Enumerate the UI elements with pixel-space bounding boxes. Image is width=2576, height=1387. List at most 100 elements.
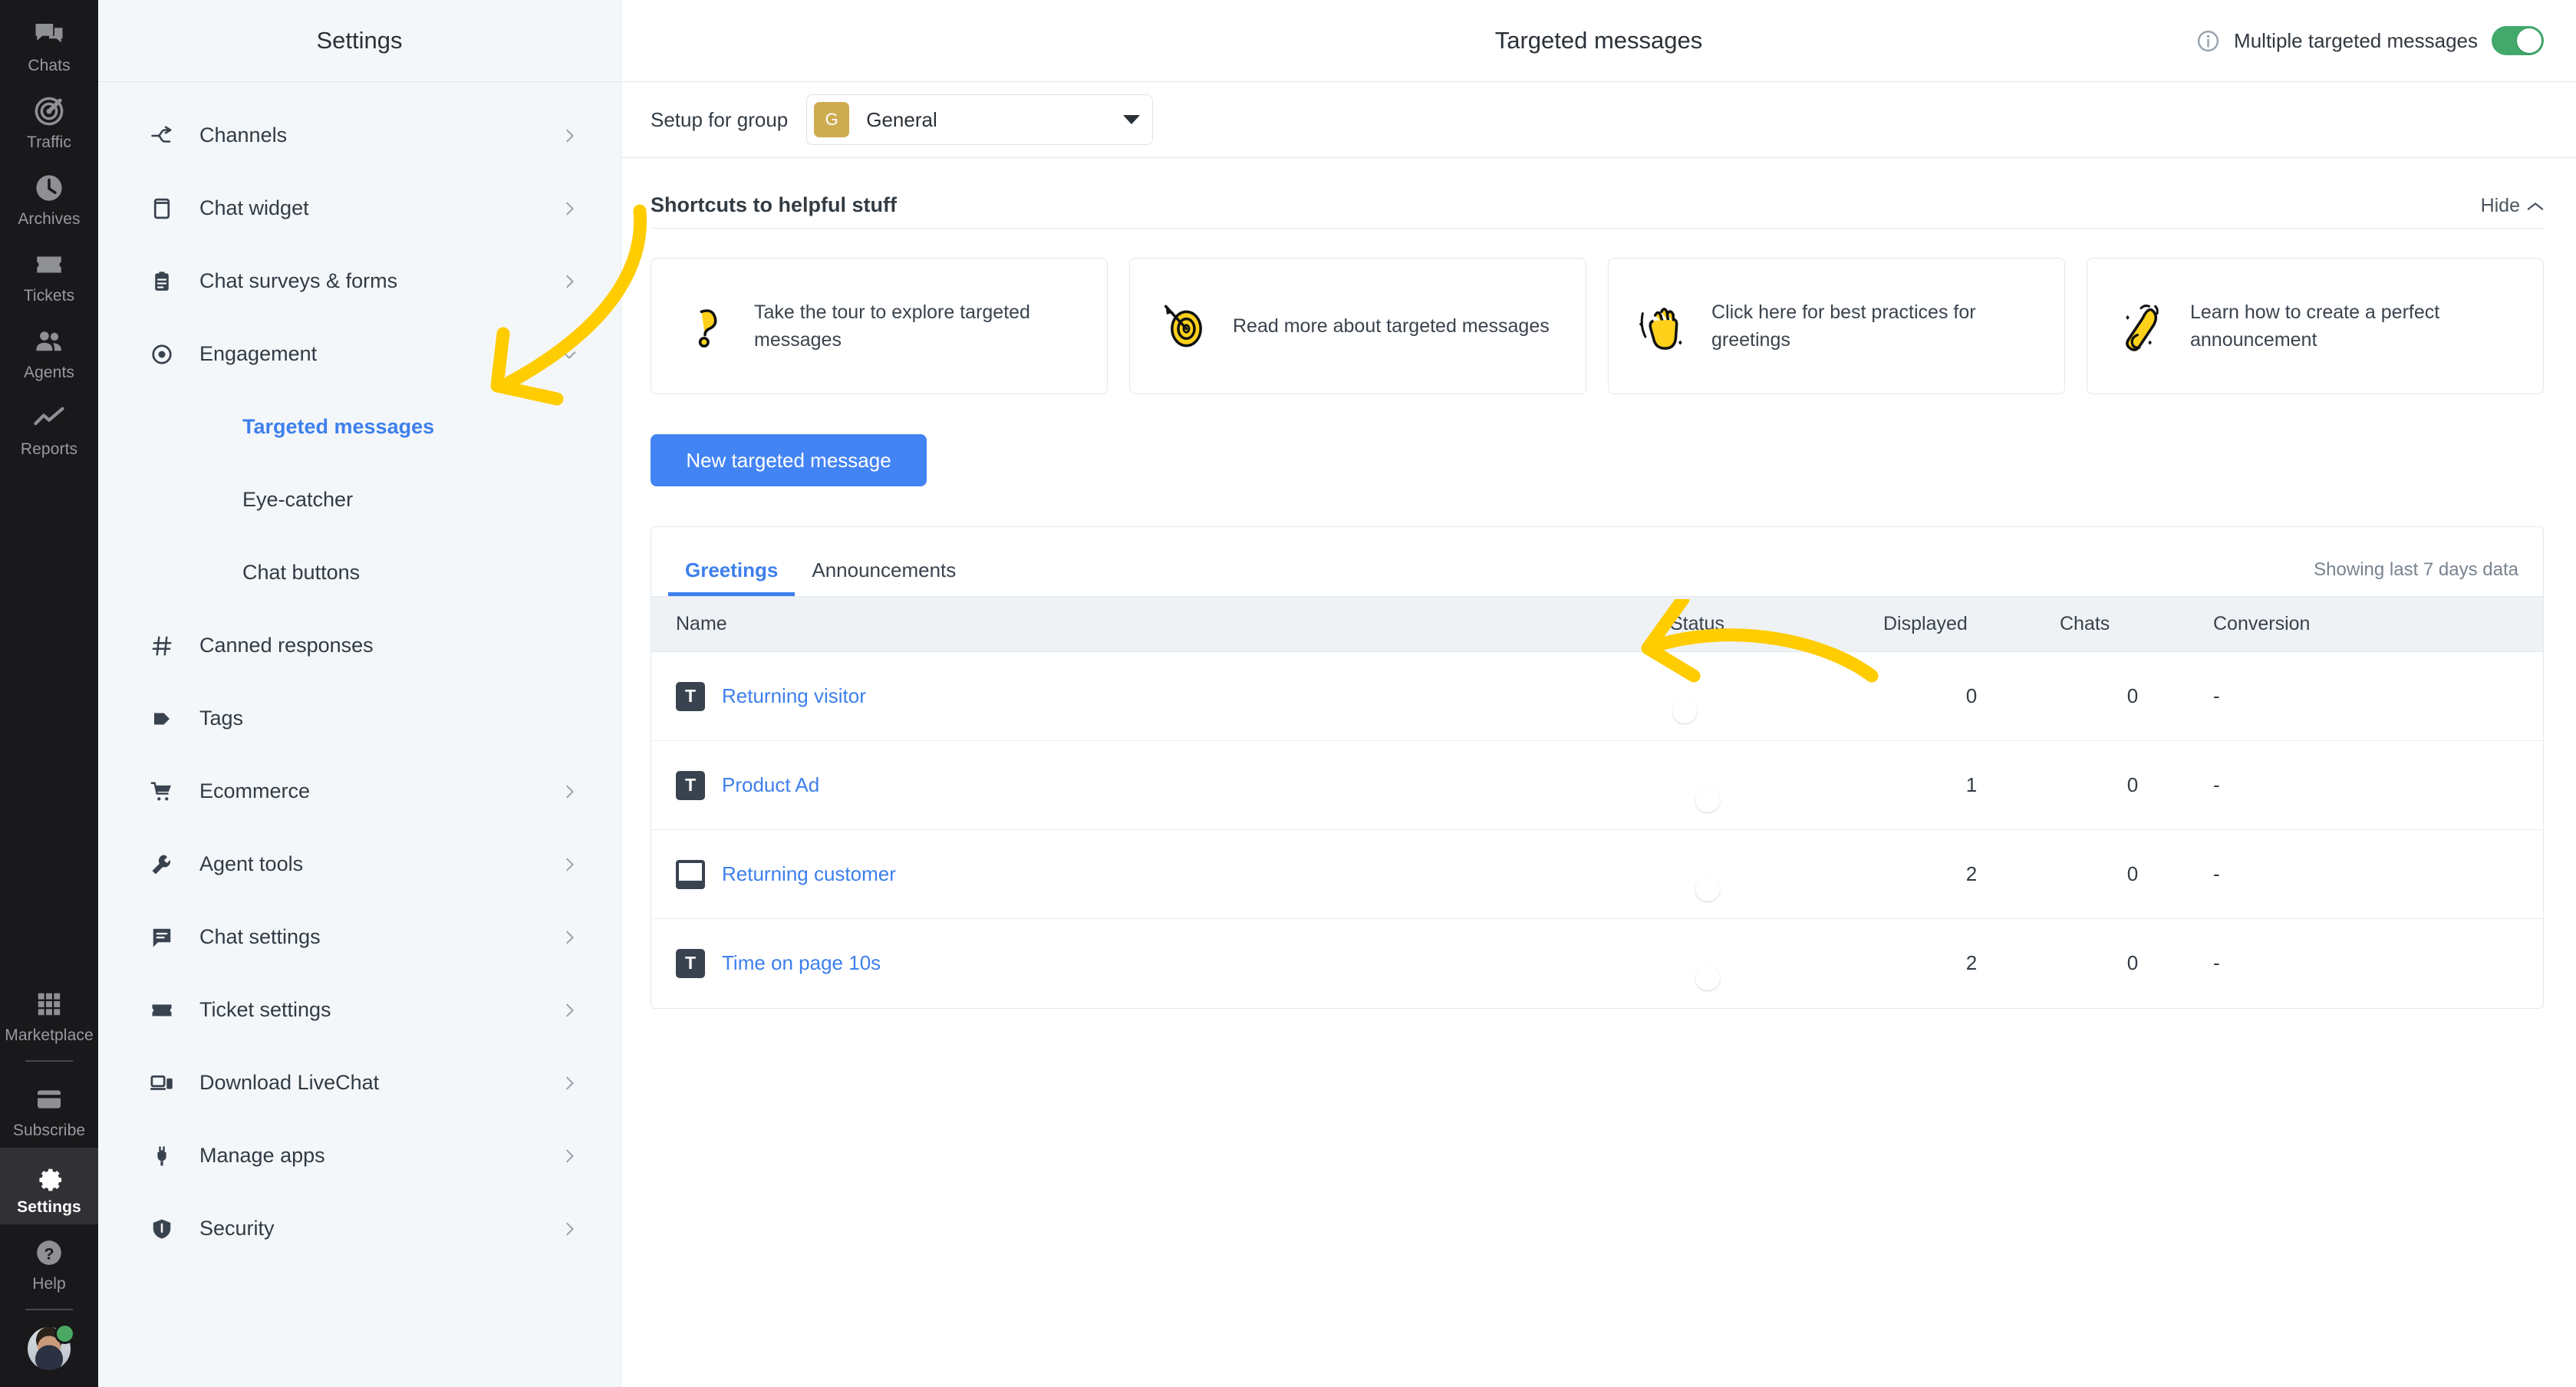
sidebar-item-channels[interactable]: Channels bbox=[98, 99, 621, 172]
rail-item-marketplace[interactable]: Marketplace bbox=[0, 976, 98, 1053]
sidebar-item-label: Manage apps bbox=[199, 1144, 325, 1167]
rail-item-agents[interactable]: Agents bbox=[0, 313, 98, 390]
sidebar-item-ticket-settings[interactable]: Ticket settings bbox=[98, 974, 621, 1046]
tab-announcements[interactable]: Announcements bbox=[795, 560, 973, 596]
rail-item-subscribe[interactable]: Subscribe bbox=[0, 1071, 98, 1148]
info-icon[interactable] bbox=[2196, 29, 2220, 53]
sidebar-item-chat-settings[interactable]: Chat settings bbox=[98, 901, 621, 974]
chevron-up-icon bbox=[2527, 195, 2544, 217]
chevron-right-icon bbox=[561, 1148, 578, 1165]
shortcut-card-perfect-announcement[interactable]: Learn how to create a perfect announceme… bbox=[2087, 258, 2544, 394]
shortcut-card-best-practices[interactable]: Click here for best practices for greeti… bbox=[1608, 258, 2065, 394]
sidebar-item-canned-responses[interactable]: Canned responses bbox=[98, 609, 621, 682]
subscribe-icon bbox=[31, 1082, 67, 1117]
traffic-icon bbox=[31, 94, 67, 129]
toggle-knob bbox=[1695, 787, 1720, 812]
row-conversion: - bbox=[2205, 740, 2543, 830]
row-chats: 0 bbox=[2126, 951, 2139, 975]
rail-label: Tickets bbox=[23, 287, 75, 305]
hide-shortcuts-button[interactable]: Hide bbox=[2481, 195, 2544, 217]
row-displayed: 0 bbox=[1883, 651, 2060, 741]
shortcut-card-take-the-tour[interactable]: Take the tour to explore targeted messag… bbox=[651, 258, 1108, 394]
shield-icon bbox=[150, 1217, 176, 1240]
rail-item-archives[interactable]: Archives bbox=[0, 160, 98, 236]
shortcut-card-read-more[interactable]: Read more about targeted messages bbox=[1129, 258, 1586, 394]
rail-label: Traffic bbox=[27, 133, 71, 151]
row-name-link[interactable]: Returning visitor bbox=[722, 684, 866, 708]
rail-item-chats[interactable]: Chats bbox=[0, 6, 98, 83]
rail-label: Marketplace bbox=[5, 1026, 94, 1044]
sidebar-item-label: Chat widget bbox=[199, 196, 309, 219]
column-header-conversion: Conversion bbox=[2205, 596, 2543, 652]
multiple-targeted-messages-toggle[interactable] bbox=[2492, 26, 2544, 55]
sidebar-item-chat-buttons[interactable]: Chat buttons bbox=[98, 536, 621, 609]
shortcut-card-text: Learn how to create a perfect announceme… bbox=[2190, 301, 2440, 351]
row-name-link[interactable]: Product Ad bbox=[722, 773, 819, 797]
rail-label: Reports bbox=[20, 440, 78, 458]
sidebar-item-chat-surveys-forms[interactable]: Chat surveys & forms bbox=[98, 245, 621, 318]
chevron-right-icon bbox=[561, 127, 578, 144]
table-row[interactable]: T Returning visitor 0 0 - bbox=[651, 651, 2543, 741]
sidebar-subitem-label: Targeted messages bbox=[242, 415, 435, 438]
sidebar-item-ecommerce[interactable]: Ecommerce bbox=[98, 755, 621, 828]
agents-icon bbox=[31, 324, 67, 359]
table-row[interactable]: T Product Ad 1 0 - bbox=[651, 740, 2543, 830]
sidebar-item-tags[interactable]: Tags bbox=[98, 682, 621, 755]
megaphone-icon bbox=[2112, 297, 2170, 355]
group-selected-value: General bbox=[866, 107, 937, 131]
row-name-link[interactable]: Time on page 10s bbox=[722, 951, 881, 975]
targeted-message-t-icon: T bbox=[676, 681, 705, 711]
rail-divider bbox=[25, 1060, 73, 1062]
row-chats: 0 bbox=[2060, 740, 2205, 830]
rail-item-tickets[interactable]: Tickets bbox=[0, 236, 98, 313]
primary-nav-rail: Chats Traffic Archives Tickets Agents Re… bbox=[0, 0, 98, 1387]
rail-item-help[interactable]: ? Help bbox=[0, 1224, 98, 1301]
sidebar-item-agent-tools[interactable]: Agent tools bbox=[98, 828, 621, 901]
row-chats: 0 bbox=[2060, 829, 2205, 919]
question-mark-icon bbox=[676, 297, 734, 355]
chevron-right-icon bbox=[561, 856, 578, 873]
hash-icon bbox=[150, 634, 176, 657]
rail-label: Agents bbox=[24, 364, 74, 381]
sidebar-item-chat-widget[interactable]: Chat widget bbox=[98, 172, 621, 245]
surveys-icon bbox=[150, 270, 176, 293]
rail-divider-bottom bbox=[25, 1309, 73, 1310]
rail-item-traffic[interactable]: Traffic bbox=[0, 83, 98, 160]
sidebar-item-manage-apps[interactable]: Manage apps bbox=[98, 1119, 621, 1192]
target-dart-icon bbox=[1155, 297, 1213, 355]
toggle-knob bbox=[2517, 28, 2541, 53]
sidebar-item-download-livechat[interactable]: Download LiveChat bbox=[98, 1046, 621, 1119]
row-name-link[interactable]: Returning customer bbox=[722, 862, 896, 886]
sidebar-subitem-label: Eye-catcher bbox=[242, 488, 354, 511]
table-row[interactable]: T Returning customer 2 0 - bbox=[651, 829, 2543, 919]
targeted-messages-panel: Greetings Announcements Showing last 7 d… bbox=[651, 526, 2544, 1009]
content-area: Shortcuts to helpful stuff Hide Take the… bbox=[621, 158, 2576, 1387]
toggle-knob bbox=[1695, 876, 1720, 901]
sidebar-item-eye-catcher[interactable]: Eye-catcher bbox=[98, 463, 621, 536]
tab-list: Greetings Announcements bbox=[668, 527, 973, 596]
group-avatar: G bbox=[814, 102, 850, 137]
status-badge bbox=[54, 1323, 75, 1344]
sidebar-item-engagement[interactable]: Engagement bbox=[98, 318, 621, 390]
group-select[interactable]: G General bbox=[806, 94, 1154, 145]
row-conversion: - bbox=[2213, 951, 2220, 975]
chats-icon bbox=[31, 17, 67, 52]
targeted-message-t-icon: T bbox=[676, 770, 705, 800]
chat-settings-icon bbox=[150, 926, 176, 949]
avatar[interactable] bbox=[26, 1323, 75, 1372]
table-body: T Returning visitor 0 0 - T Product Ad 1… bbox=[651, 651, 2543, 1008]
new-targeted-message-button[interactable]: New targeted message bbox=[651, 434, 927, 486]
column-header-chats: Chats bbox=[2060, 596, 2205, 652]
name-cell: T Product Ad bbox=[676, 770, 1661, 800]
sidebar-item-targeted-messages[interactable]: Targeted messages bbox=[98, 390, 621, 463]
rail-item-settings[interactable]: Settings bbox=[0, 1148, 98, 1224]
sidebar-item-label: Security bbox=[199, 1217, 275, 1240]
rail-item-reports[interactable]: Reports bbox=[0, 390, 98, 466]
chevron-right-icon bbox=[561, 783, 578, 800]
row-conversion: - bbox=[2205, 829, 2543, 919]
no-chevron bbox=[561, 637, 578, 654]
sidebar-item-security[interactable]: Security bbox=[98, 1192, 621, 1265]
table-row[interactable]: T Time on page 10s 2 0 - bbox=[651, 919, 2543, 1008]
tab-greetings[interactable]: Greetings bbox=[668, 560, 796, 596]
row-displayed: 2 bbox=[1883, 829, 2060, 919]
